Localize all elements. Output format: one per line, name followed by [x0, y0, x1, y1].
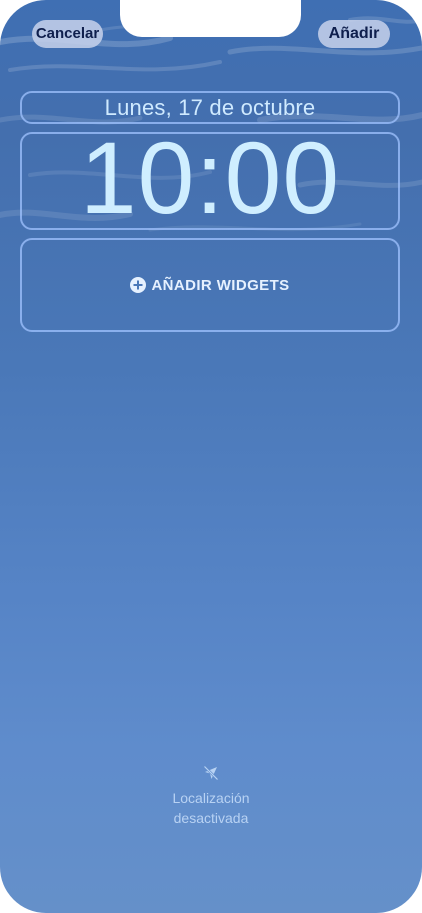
location-off-icon: [203, 765, 219, 781]
add-button[interactable]: Añadir: [318, 20, 390, 48]
location-status-line2: desactivada: [173, 810, 249, 826]
widgets-slot[interactable]: AÑADIR WIDGETS: [20, 238, 400, 332]
device-notch: [120, 0, 301, 37]
plus-circle-icon: [130, 277, 147, 293]
date-widget-slot[interactable]: Lunes, 17 de octubre: [20, 91, 400, 124]
location-status: Localización desactivada: [0, 764, 422, 828]
cancel-button[interactable]: Cancelar: [32, 20, 103, 48]
lock-time: 10:00: [79, 121, 341, 235]
clock-slot[interactable]: 10:00: [20, 127, 400, 230]
location-status-line1: Localización: [172, 790, 250, 806]
add-widgets-label: AÑADIR WIDGETS: [151, 277, 290, 294]
add-widgets-button[interactable]: AÑADIR WIDGETS: [22, 277, 398, 295]
lock-date: Lunes, 17 de octubre: [104, 95, 316, 120]
lock-screen-editor: Cancelar Añadir Lunes, 17 de octubre 10:…: [0, 0, 422, 913]
